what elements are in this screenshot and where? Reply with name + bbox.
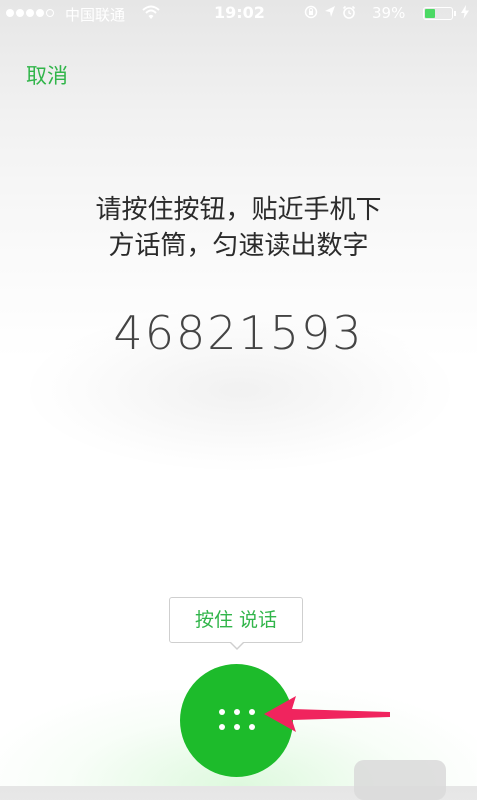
wifi-icon bbox=[142, 5, 160, 24]
tooltip-pointer-fill bbox=[230, 641, 244, 648]
orientation-lock-icon bbox=[304, 5, 318, 23]
instruction-line-1: 请按住按钮，贴近手机下 bbox=[95, 195, 382, 225]
charging-icon bbox=[461, 5, 469, 22]
alarm-icon bbox=[342, 5, 356, 23]
carrier-name: 中国联通 bbox=[65, 6, 126, 24]
battery-percentage: 39% bbox=[372, 4, 406, 22]
location-icon bbox=[324, 5, 336, 23]
instruction-line-2: 方话筒，匀速读出数字 bbox=[108, 231, 369, 261]
pointer-arrow-icon bbox=[264, 696, 390, 732]
clock: 19:02 bbox=[214, 3, 265, 22]
verification-digits: 46821593 bbox=[113, 306, 364, 360]
signal-dots-icon bbox=[6, 9, 54, 17]
battery-icon bbox=[423, 7, 453, 20]
battery-cap bbox=[454, 11, 456, 16]
hold-to-talk-tooltip: 按住 说话 bbox=[169, 597, 303, 643]
instruction-text: 请按住按钮，贴近手机下 方话筒，匀速读出数字 bbox=[40, 192, 437, 264]
side-button bbox=[354, 760, 446, 800]
six-dots-icon bbox=[219, 709, 255, 733]
status-bar: 中国联通 19:02 39% bbox=[0, 0, 477, 28]
cancel-button[interactable]: 取消 bbox=[26, 60, 68, 90]
